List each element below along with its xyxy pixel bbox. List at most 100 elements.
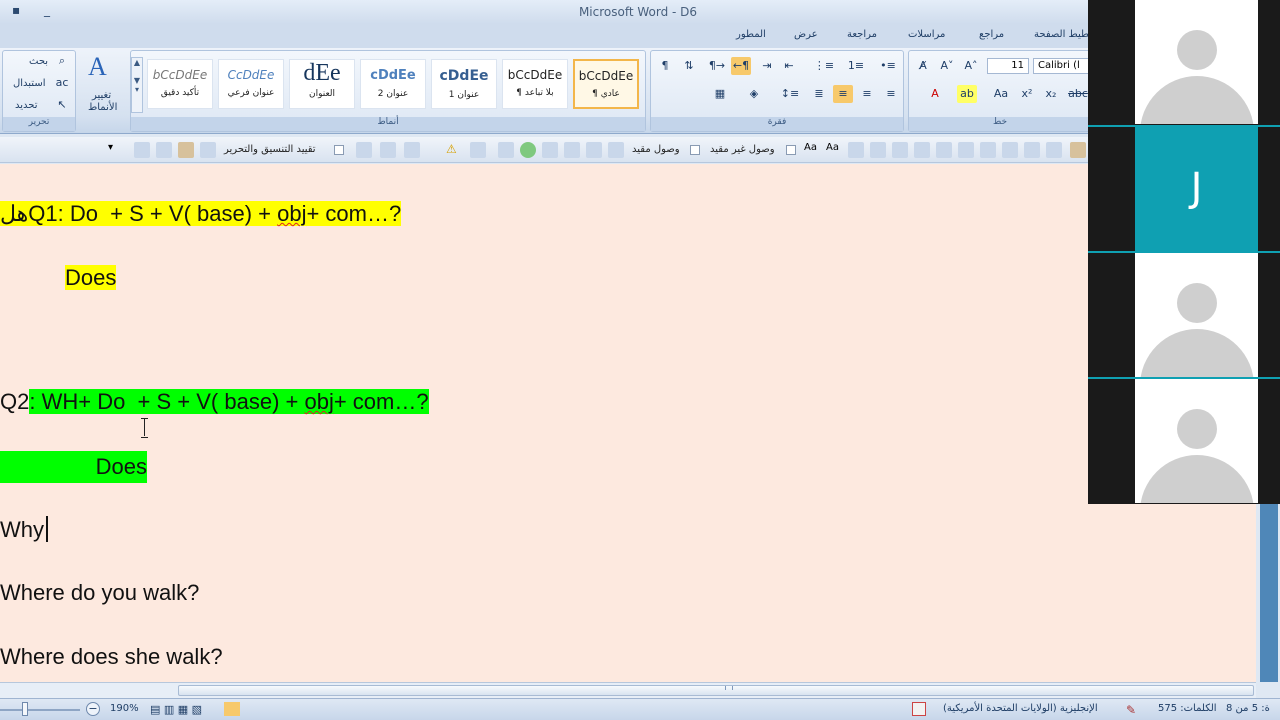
participant-tile-1[interactable] — [1135, 0, 1258, 124]
show-marks-icon[interactable]: ¶ — [655, 57, 675, 75]
grow-font-icon[interactable]: A˄ — [961, 57, 981, 75]
horizontal-scroll-thumb[interactable] — [178, 685, 1254, 696]
style-subtle-emphasis[interactable]: bCcDdEe تأكيد دقيق — [147, 59, 213, 109]
borders-icon[interactable]: ▦ — [705, 85, 735, 103]
style-heading-1[interactable]: cDdEe عنوان 1 — [431, 59, 497, 109]
vertical-scrollbar[interactable] — [1260, 504, 1278, 682]
tab-developer[interactable]: المطور — [736, 29, 766, 40]
align-left-icon[interactable]: ≡ — [881, 85, 901, 103]
styles-gallery-scroll[interactable]: ▲ ▼ ▾ — [131, 57, 143, 113]
toolbar-icon-k[interactable] — [892, 142, 908, 158]
macro-record-icon[interactable] — [912, 702, 926, 716]
toolbar-aa-icon[interactable]: Aa — [804, 142, 820, 158]
select-button[interactable]: تحديد — [15, 100, 38, 111]
ltr-icon[interactable]: ¶→ — [707, 57, 727, 75]
participant-tile-2[interactable]: J — [1135, 127, 1258, 251]
shrink-font-icon[interactable]: A˅ — [937, 57, 957, 75]
doc-line-where-she[interactable]: Where does she walk? — [0, 641, 223, 673]
language-indicator[interactable]: الإنجليزية (الولايات المتحدة الأمريكية) — [943, 703, 1098, 714]
style-subtitle[interactable]: CcDdEe عنوان فرعي — [218, 59, 284, 109]
style-heading-2[interactable]: cDdEe عنوان 2 — [360, 59, 426, 109]
sort-icon[interactable]: ⇅ — [679, 57, 699, 75]
toolbar-icon-h[interactable] — [586, 142, 602, 158]
toolbar-icon-s[interactable] — [1070, 142, 1086, 158]
decrease-indent-icon[interactable]: ⇤ — [779, 57, 799, 75]
toolbar-icon-c[interactable] — [404, 142, 420, 158]
line-spacing-icon[interactable]: ↕≡ — [775, 85, 805, 103]
zoom-slider-knob[interactable] — [22, 702, 28, 716]
change-case-icon[interactable]: Aa — [989, 85, 1013, 103]
toolbar-icon-n[interactable] — [958, 142, 974, 158]
toolbar-icon-b[interactable] — [380, 142, 396, 158]
find-button[interactable]: بحث — [29, 56, 48, 67]
shading-icon[interactable]: ◈ — [739, 85, 769, 103]
toolbar-image-icon[interactable] — [156, 142, 172, 158]
change-styles-button[interactable]: A تغيير الأنماط — [80, 50, 130, 118]
font-size-select[interactable]: 11 — [987, 58, 1029, 74]
toolbar-dropdown-icon[interactable]: ▾ — [108, 142, 124, 158]
superscript-icon[interactable]: x² — [1017, 85, 1037, 103]
zoom-slider[interactable] — [0, 709, 80, 711]
highlight-icon[interactable]: ab — [957, 85, 977, 103]
toolbar-icon-p[interactable] — [1002, 142, 1018, 158]
restricted-access-label[interactable]: وصول مقيد — [632, 144, 680, 155]
toolbar-icon-d[interactable] — [470, 142, 486, 158]
style-no-spacing[interactable]: bCcDdEe ¶ بلا تباعد — [502, 59, 568, 109]
clear-format-icon[interactable]: A̸ — [913, 57, 933, 75]
font-name-select[interactable]: Calibri (ا — [1033, 58, 1093, 74]
center-icon[interactable]: ≡ — [857, 85, 877, 103]
toolbar-icon-l[interactable] — [914, 142, 930, 158]
print-layout-view-icon[interactable] — [224, 702, 240, 716]
doc-line-q2[interactable]: Q2: WH+ Do + S + V( base) + obj+ com…? — [0, 386, 429, 418]
toolbar-globe-icon[interactable] — [520, 142, 536, 158]
subscript-icon[interactable]: x₂ — [1041, 85, 1061, 103]
participant-tile-4[interactable] — [1135, 379, 1258, 503]
toolbar-icon-o[interactable] — [980, 142, 996, 158]
toolbar-options-icon[interactable] — [134, 142, 150, 158]
toolbar-aa2-icon[interactable]: Aa — [826, 142, 842, 158]
rtl-icon[interactable]: ←¶ — [731, 57, 751, 75]
align-right-icon[interactable]: ≡ — [833, 85, 853, 103]
toolbar-icon-g[interactable] — [564, 142, 580, 158]
participant-tile-3[interactable] — [1135, 253, 1258, 377]
tab-mailings[interactable]: مراسلات — [908, 29, 945, 40]
replace-button[interactable]: استبدال — [13, 78, 46, 89]
toolbar-icon-r[interactable] — [1046, 142, 1062, 158]
style-title[interactable]: dEe العنوان — [289, 59, 355, 109]
toolbar-icon-q[interactable] — [1024, 142, 1040, 158]
tab-review[interactable]: مراجعة — [847, 29, 877, 40]
justify-icon[interactable]: ≣ — [809, 85, 829, 103]
style-normal[interactable]: bCcDdEe ¶ عادي — [573, 59, 639, 109]
toolbar-icon-a[interactable] — [356, 142, 372, 158]
zoom-level[interactable]: 190% — [110, 703, 139, 714]
toolbar-icon-f[interactable] — [542, 142, 558, 158]
toolbar-pen-icon[interactable] — [608, 142, 624, 158]
tab-view[interactable]: عرض — [794, 29, 818, 40]
page-number[interactable]: ة: 5 من 8 — [1226, 703, 1270, 714]
toolbar-doc-icon[interactable] — [200, 142, 216, 158]
numbering-icon[interactable]: 1≡ — [841, 57, 871, 75]
unrestricted-access-checkbox[interactable] — [786, 145, 796, 155]
restricted-access-checkbox[interactable] — [690, 145, 700, 155]
font-color-icon[interactable]: A — [925, 85, 945, 103]
view-buttons-icon[interactable]: ▤ ▥ ▦ ▧ — [150, 703, 202, 716]
proofing-icon[interactable]: ✎ — [1126, 703, 1136, 717]
word-count[interactable]: الكلمات: 575 — [1158, 703, 1217, 714]
restrict-editing-label[interactable]: تقييد التنسيق والتحرير — [224, 144, 316, 155]
toolbar-icon-e[interactable] — [498, 142, 514, 158]
multilevel-list-icon[interactable]: ⋮≡ — [809, 57, 839, 75]
toolbar-icon-i[interactable] — [848, 142, 864, 158]
tab-references[interactable]: مراجع — [979, 29, 1004, 40]
doc-line-does-2[interactable]: Does — [0, 451, 147, 483]
toolbar-protect-icon[interactable] — [178, 142, 194, 158]
toolbar-icon-j[interactable] — [870, 142, 886, 158]
restrict-checkbox[interactable] — [334, 145, 344, 155]
warning-icon[interactable]: ⚠ — [446, 142, 462, 158]
horizontal-scrollbar[interactable] — [0, 682, 1256, 698]
doc-line-why[interactable]: Why — [0, 514, 48, 546]
doc-line-q1[interactable]: هلQ1: Do + S + V( base) + obj+ com…? — [0, 198, 402, 230]
doc-line-does-1[interactable]: Does — [65, 262, 117, 294]
zoom-out-button[interactable]: − — [86, 702, 100, 716]
doc-line-where-you[interactable]: Where do you walk? — [0, 577, 199, 609]
increase-indent-icon[interactable]: ⇥ — [757, 57, 777, 75]
